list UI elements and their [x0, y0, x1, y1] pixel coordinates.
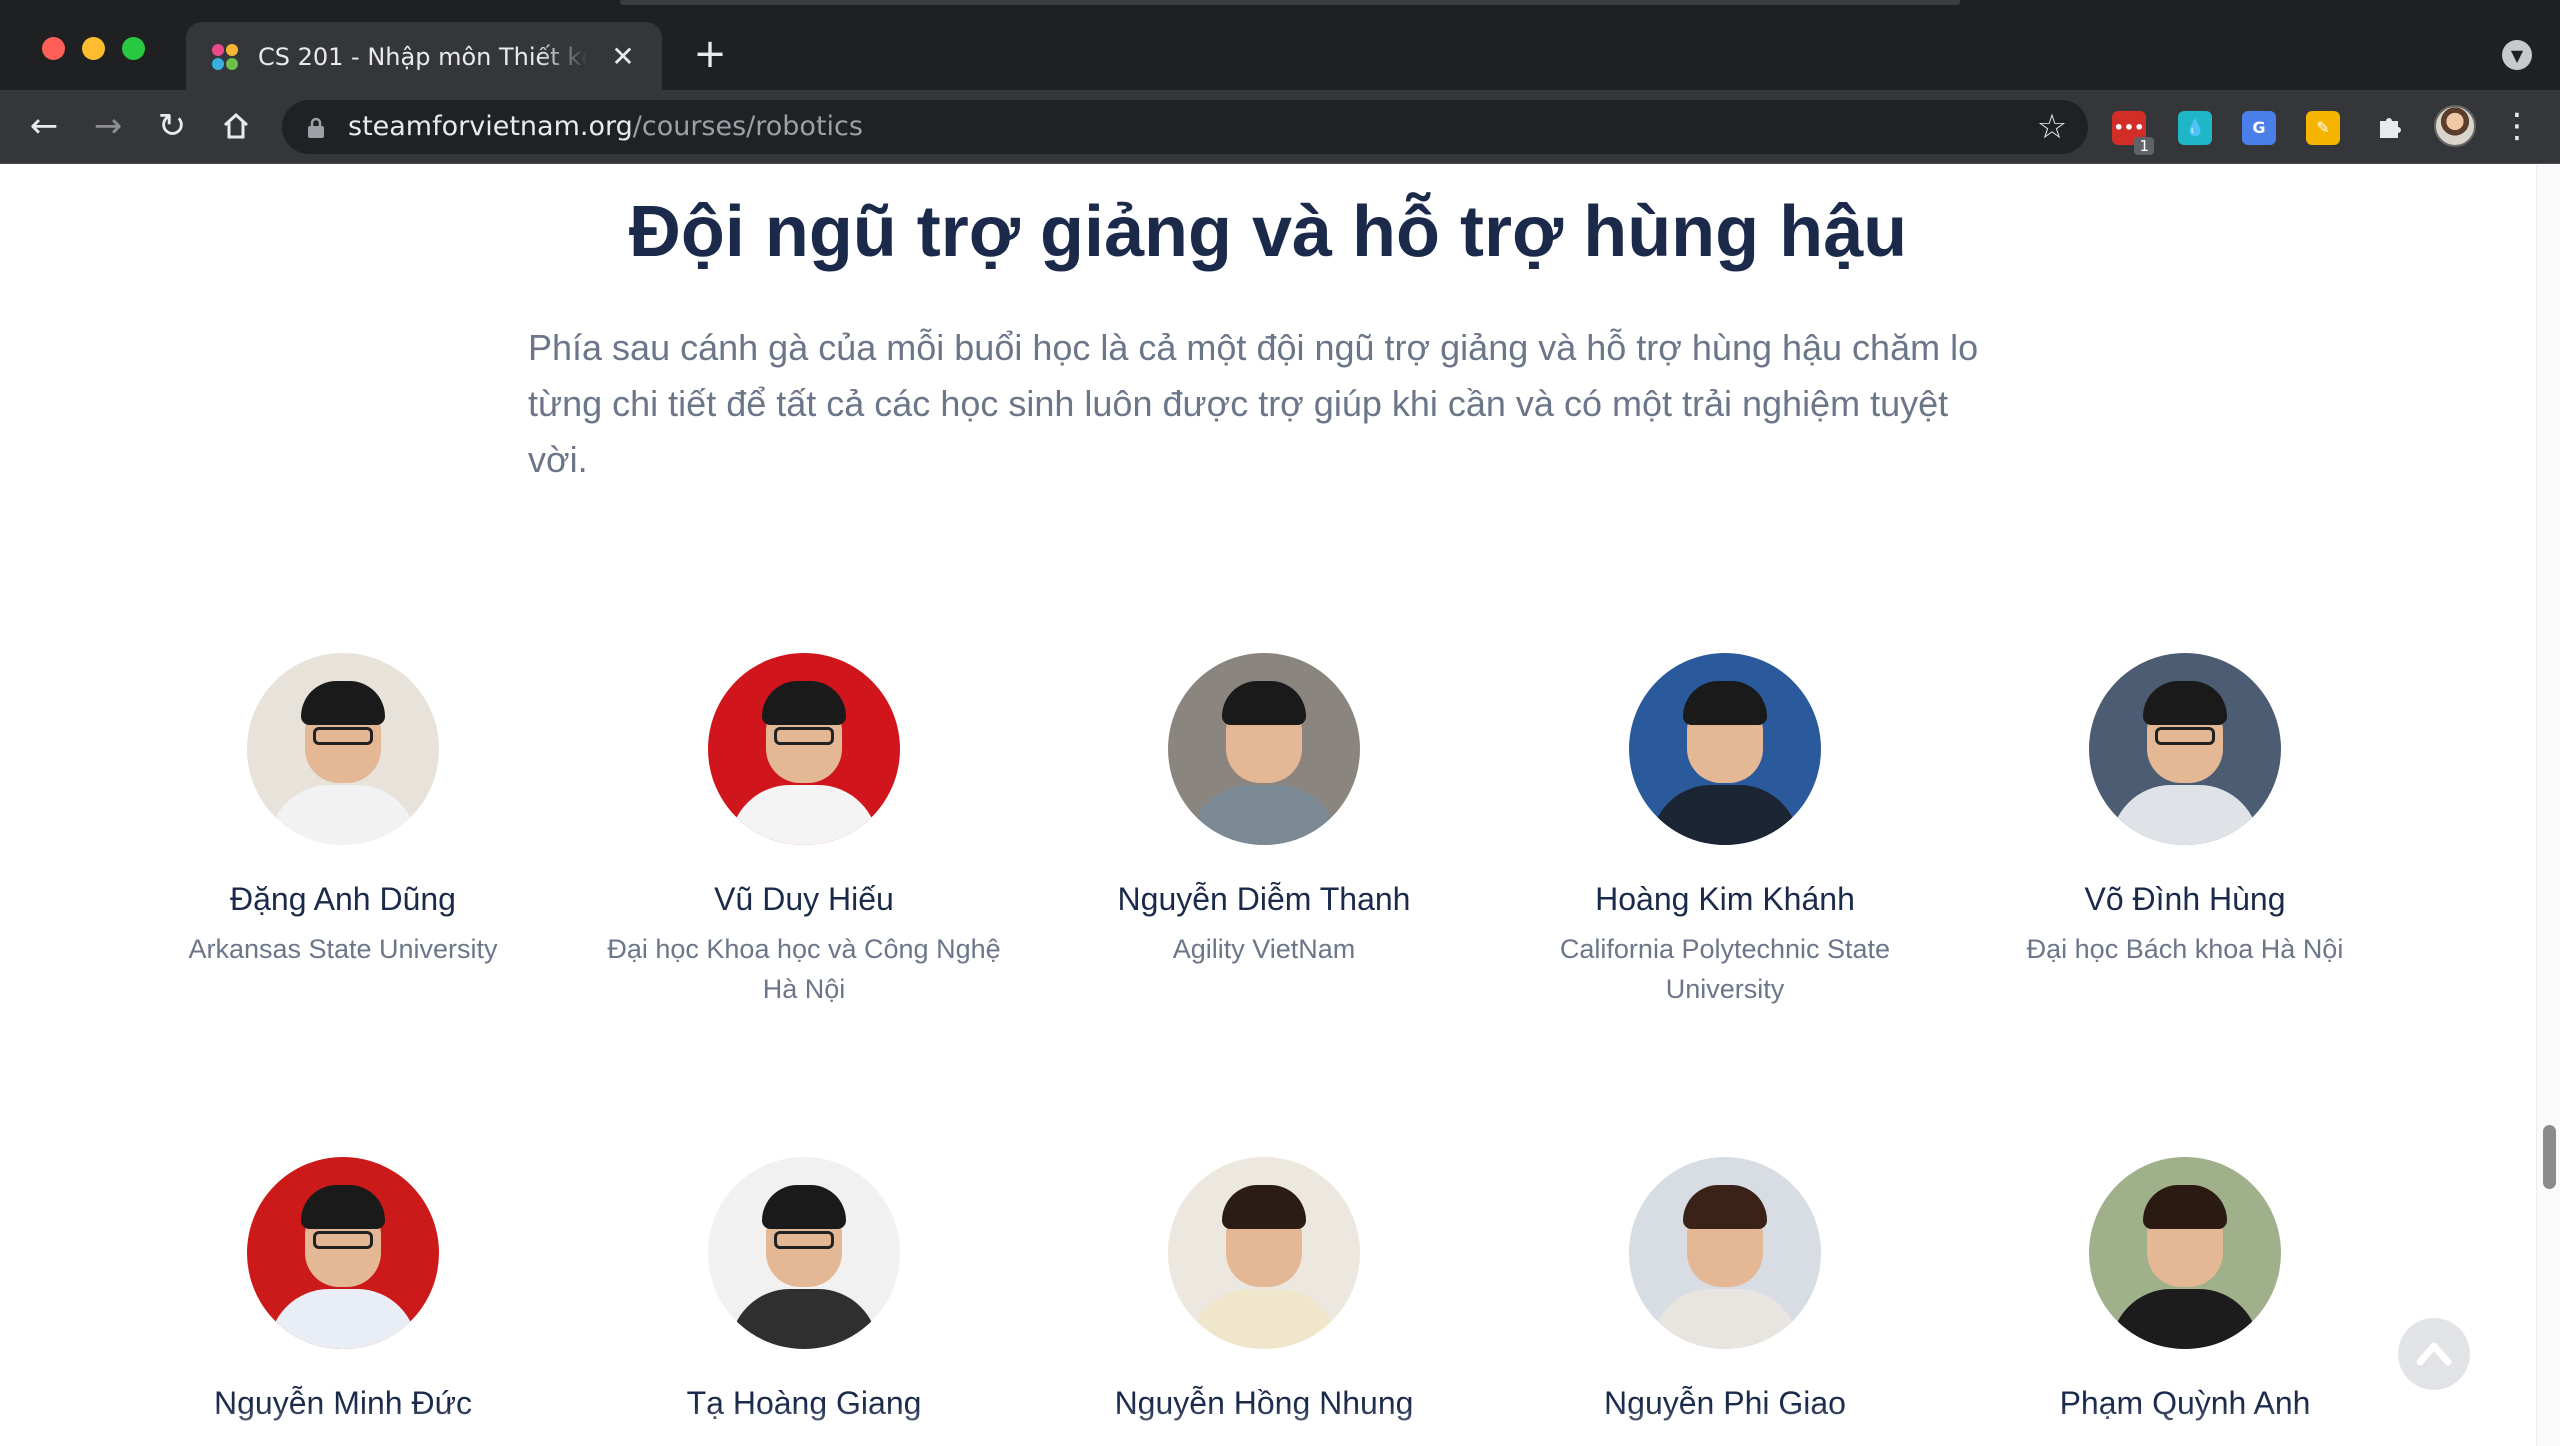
lock-icon — [308, 117, 324, 138]
team-member-card: Nguyễn Hồng Nhung — [1054, 1157, 1474, 1433]
member-name: Tạ Hoàng Giang — [686, 1385, 922, 1421]
notes-extension-icon[interactable]: ✎ — [2306, 111, 2340, 145]
tab-strip-edge — [620, 0, 1960, 5]
member-name: Nguyễn Hồng Nhung — [1114, 1385, 1414, 1421]
lastpass-extension-icon[interactable]: ••• 1 — [2112, 111, 2154, 155]
member-photo — [247, 653, 439, 845]
member-photo — [247, 1157, 439, 1349]
team-member-card: Võ Đình Hùng Đại học Bách khoa Hà Nội — [1975, 653, 2395, 969]
member-school: Đại học Bách khoa Hà Nội — [2026, 934, 2344, 964]
minimize-window-button[interactable] — [82, 37, 105, 60]
browser-window: CS 201 - Nhập môn Thiết kế và ✕ + ▼ ← → … — [0, 0, 2560, 1446]
team-member-card: Nguyễn Phi Giao — [1515, 1157, 1935, 1433]
team-member-card: Nguyễn Minh Đức — [133, 1157, 553, 1433]
member-name: Đặng Anh Dũng — [230, 881, 456, 917]
member-photo — [1168, 1157, 1360, 1349]
team-member-card: Phạm Quỳnh Anh — [1975, 1157, 2395, 1433]
active-tab[interactable]: CS 201 - Nhập môn Thiết kế và ✕ — [186, 22, 662, 90]
member-photo — [1629, 1157, 1821, 1349]
member-photo — [708, 653, 900, 845]
forward-arrow-icon[interactable]: → — [84, 102, 132, 150]
extensions-puzzle-icon[interactable] — [2366, 102, 2414, 150]
member-photo — [708, 1157, 900, 1349]
team-member-card: Vũ Duy Hiếu Đại học Khoa học và Công Nghệ… — [594, 653, 1014, 1009]
bookmark-star-icon[interactable]: ☆ — [2032, 107, 2072, 147]
back-arrow-icon[interactable]: ← — [20, 102, 68, 150]
url-path: /courses/robotics — [632, 111, 863, 142]
member-name: Vũ Duy Hiếu — [714, 881, 894, 917]
scrollbar-thumb[interactable] — [2543, 1125, 2556, 1189]
member-school: California Polytechnic State University — [1559, 934, 1891, 1004]
team-member-card: Tạ Hoàng Giang — [594, 1157, 1014, 1433]
browser-toolbar: ← → ↻ steamforvietnam.org/courses/roboti… — [0, 90, 2560, 164]
back-to-top-button[interactable] — [2398, 1318, 2470, 1390]
section-description: Phía sau cánh gà của mỗi buổi học là cả … — [528, 327, 1979, 480]
team-member-card: Hoàng Kim Khánh California Polytechnic St… — [1515, 653, 1935, 1009]
member-photo — [2089, 1157, 2281, 1349]
reload-icon[interactable]: ↻ — [148, 102, 196, 150]
member-school: Agility VietNam — [1172, 934, 1356, 964]
steam-favicon-icon — [210, 42, 240, 72]
google-translate-extension-icon[interactable]: G — [2242, 111, 2276, 145]
more-menu-icon[interactable]: ⋮ — [2500, 102, 2534, 150]
section-title: Đội ngũ trợ giảng và hỗ trợ hùng hậu — [628, 192, 1908, 272]
close-tab-icon[interactable]: ✕ — [606, 40, 640, 74]
address-bar[interactable]: steamforvietnam.org/courses/robotics ☆ — [282, 100, 2088, 154]
team-member-card: Đặng Anh Dũng Arkansas State University — [133, 653, 553, 969]
url-host: steamforvietnam.org — [348, 111, 633, 142]
tab-search-chevron-icon[interactable]: ▼ — [2502, 40, 2532, 70]
member-name: Hoàng Kim Khánh — [1595, 881, 1855, 917]
member-name: Phạm Quỳnh Anh — [2059, 1385, 2311, 1421]
tab-title: CS 201 - Nhập môn Thiết kế và — [258, 43, 588, 71]
member-name: Nguyễn Minh Đức — [214, 1385, 472, 1421]
member-photo — [1629, 653, 1821, 845]
fullscreen-window-button[interactable] — [122, 37, 145, 60]
member-name: Võ Đình Hùng — [2084, 881, 2286, 917]
new-tab-button[interactable]: + — [692, 34, 728, 74]
member-school: Arkansas State University — [188, 934, 498, 964]
profile-avatar[interactable] — [2434, 105, 2476, 147]
member-photo — [1168, 653, 1360, 845]
member-name: Nguyễn Phi Giao — [1604, 1385, 1846, 1421]
member-photo — [2089, 653, 2281, 845]
url-text: steamforvietnam.org/courses/robotics — [348, 109, 863, 145]
team-member-card: Nguyễn Diễm Thanh Agility VietNam — [1054, 653, 1474, 969]
close-window-button[interactable] — [42, 37, 65, 60]
page-content: Đội ngũ trợ giảng và hỗ trợ hùng hậu Phí… — [0, 165, 2536, 1446]
chevron-up-icon — [2416, 1342, 2452, 1366]
member-name: Nguyễn Diễm Thanh — [1117, 881, 1411, 917]
water-drop-extension-icon[interactable]: 💧 — [2178, 111, 2212, 145]
member-school: Đại học Khoa học và Công Nghệ Hà Nội — [607, 934, 1001, 1004]
home-icon[interactable] — [212, 102, 260, 150]
extension-badge: 1 — [2134, 137, 2154, 155]
page-scrollbar[interactable] — [2536, 165, 2560, 1446]
tab-strip: CS 201 - Nhập môn Thiết kế và ✕ + ▼ — [0, 0, 2560, 90]
